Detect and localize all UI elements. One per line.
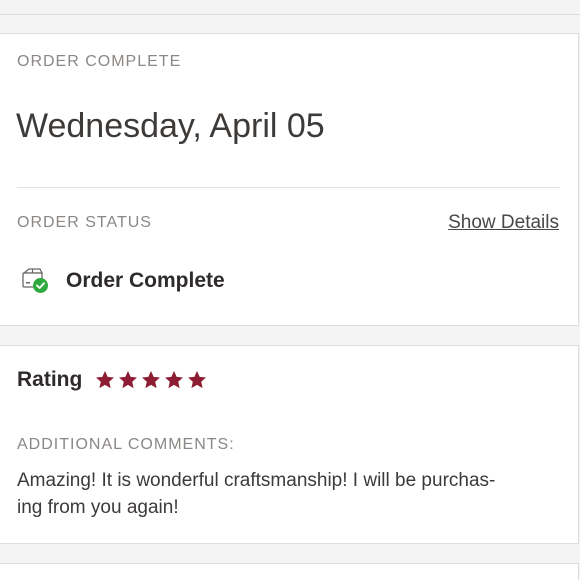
header-divider (0, 14, 580, 15)
order-status-row: Order Complete (20, 266, 225, 296)
package-check-icon (20, 266, 50, 296)
next-card (0, 563, 579, 580)
order-status-text: Order Complete (66, 269, 225, 292)
order-card: ORDER COMPLETE Wednesday, April 05 ORDER… (0, 33, 579, 326)
order-divider (17, 187, 560, 188)
star-icon (119, 371, 138, 389)
rating-stars (94, 369, 209, 391)
show-details-link[interactable]: Show Details (448, 212, 559, 234)
order-status-label: ORDER STATUS (17, 214, 152, 231)
rating-card: Rating ADDITIONAL COMMENTS: Amazing! It … (0, 345, 579, 544)
comment-text: Amazing! It is wonderful craftsmanship! … (17, 467, 557, 521)
order-complete-label: ORDER COMPLETE (17, 53, 182, 70)
order-date: Wednesday, April 05 (16, 107, 325, 145)
star-icon (188, 371, 207, 389)
rating-label: Rating (17, 368, 83, 391)
comment-line: Amazing! It is wonderful craftsmanship! … (17, 470, 496, 491)
rating-row: Rating (17, 365, 209, 395)
star-icon (96, 371, 115, 389)
comment-line: ing from you again! (17, 497, 179, 518)
star-icon (165, 371, 184, 389)
star-icon (142, 371, 161, 389)
comments-label: ADDITIONAL COMMENTS: (17, 436, 235, 453)
order-detail-page: ORDER COMPLETE Wednesday, April 05 ORDER… (0, 0, 580, 580)
